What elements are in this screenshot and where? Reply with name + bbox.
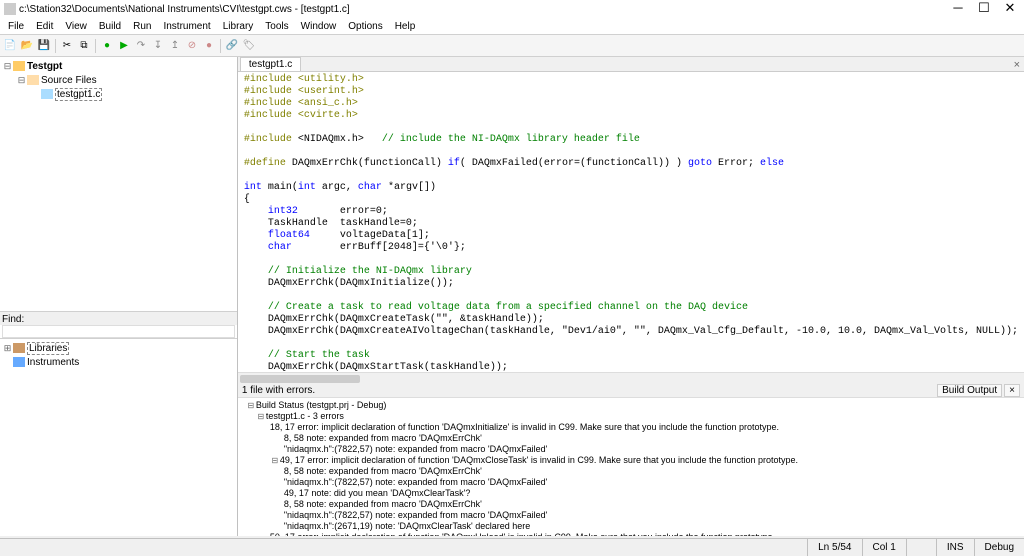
menu-library[interactable]: Library (217, 20, 260, 33)
tab-close-icon[interactable]: × (1010, 59, 1024, 71)
tab-label: testgpt1.c (249, 59, 292, 70)
menu-window[interactable]: Window (295, 20, 343, 33)
status-line: Ln 5/54 (807, 539, 861, 556)
status-mode: Debug (974, 539, 1024, 556)
build-output-button[interactable]: Build Output (937, 384, 1002, 397)
instruments-label: Instruments (27, 357, 79, 368)
output-row[interactable]: "nidaqmx.h":(7822,57) note: expanded fro… (242, 444, 1020, 455)
instrument-icon (13, 357, 25, 367)
open-icon[interactable]: 📂 (19, 38, 35, 54)
app-icon (4, 3, 16, 15)
build-output[interactable]: ⊟Build Status (testgpt.prj - Debug) ⊟tes… (238, 398, 1024, 536)
output-row[interactable]: 8, 58 note: expanded from macro 'DAQmxEr… (242, 433, 1020, 444)
find-label: Find: (0, 311, 237, 325)
code-editor[interactable]: #include <utility.h> #include <userint.h… (238, 72, 1024, 372)
menu-run[interactable]: Run (127, 20, 157, 33)
run-play-icon[interactable]: ▶ (116, 38, 132, 54)
output-row[interactable]: 8, 58 note: expanded from macro 'DAQmxEr… (242, 499, 1020, 510)
source-file-node[interactable]: testgpt1.c (30, 87, 235, 101)
output-row[interactable]: ⊟testgpt1.c - 3 errors (242, 411, 1020, 422)
menu-instrument[interactable]: Instrument (157, 20, 216, 33)
output-row[interactable]: ⊟Build Status (testgpt.prj - Debug) (242, 400, 1020, 411)
stop-icon[interactable]: ⊘ (184, 38, 200, 54)
separator (220, 39, 221, 53)
collapse-icon[interactable]: ⊟ (256, 411, 266, 422)
project-tree[interactable]: ⊟ Testgpt ⊟ Source Files testgpt1.c (0, 57, 237, 311)
stop2-icon[interactable]: ● (201, 38, 217, 54)
editor-tab[interactable]: testgpt1.c (240, 57, 301, 71)
window-controls: ─ ☐ ✕ (952, 3, 1020, 15)
menu-bar: File Edit View Build Run Instrument Libr… (0, 18, 1024, 35)
output-header: 1 file with errors. Build Output × (238, 384, 1024, 398)
output-summary: 1 file with errors. (242, 385, 935, 396)
menu-help[interactable]: Help (389, 20, 422, 33)
maximize-button[interactable]: ☐ (978, 3, 990, 15)
window-title: c:\Station32\Documents\National Instrume… (19, 4, 952, 15)
link-icon[interactable]: 🔗 (224, 38, 240, 54)
step-over-icon[interactable]: ↷ (133, 38, 149, 54)
expand-icon[interactable]: ⊟ (2, 61, 13, 72)
libraries-node[interactable]: ⊞ Libraries (2, 341, 235, 355)
horizontal-scrollbar[interactable] (238, 372, 1024, 384)
left-panel: ⊟ Testgpt ⊟ Source Files testgpt1.c (0, 57, 238, 536)
separator (55, 39, 56, 53)
editor-tab-bar: testgpt1.c × (238, 57, 1024, 72)
menu-file[interactable]: File (2, 20, 30, 33)
menu-options[interactable]: Options (342, 20, 388, 33)
close-button[interactable]: ✕ (1004, 3, 1016, 15)
output-error-row[interactable]: 50, 17 error: implicit declaration of fu… (242, 532, 1020, 536)
menu-edit[interactable]: Edit (30, 20, 59, 33)
c-file-icon (41, 89, 53, 99)
cut-icon[interactable]: ✂ (59, 38, 75, 54)
tag-icon[interactable]: 🏷 (241, 38, 257, 54)
library-pane[interactable]: ⊞ Libraries Instruments (0, 338, 237, 536)
separator (95, 39, 96, 53)
project-name: Testgpt (27, 61, 62, 72)
output-row[interactable]: "nidaqmx.h":(7822,57) note: expanded fro… (242, 510, 1020, 521)
run-green-icon[interactable]: ● (99, 38, 115, 54)
output-row[interactable]: "nidaqmx.h":(7822,57) note: expanded fro… (242, 477, 1020, 488)
status-spacer (906, 539, 936, 556)
sources-label: Source Files (41, 75, 97, 86)
expand-icon[interactable]: ⊟ (16, 75, 27, 86)
save-icon[interactable]: 💾 (36, 38, 52, 54)
output-row[interactable]: "nidaqmx.h":(2671,19) note: 'DAQmxClearT… (242, 521, 1020, 532)
expand-icon[interactable]: ⊞ (2, 343, 13, 354)
copy-icon[interactable]: ⧉ (76, 38, 92, 54)
step-into-icon[interactable]: ↧ (150, 38, 166, 54)
output-close-icon[interactable]: × (1004, 384, 1020, 397)
right-panel: testgpt1.c × #include <utility.h> #inclu… (238, 57, 1024, 536)
new-icon[interactable]: 📄 (2, 38, 18, 54)
output-error-row[interactable]: ⊟49, 17 error: implicit declaration of f… (242, 455, 1020, 466)
step-out-icon[interactable]: ↥ (167, 38, 183, 54)
source-files-node[interactable]: ⊟ Source Files (16, 73, 235, 87)
main-area: ⊟ Testgpt ⊟ Source Files testgpt1.c (0, 57, 1024, 536)
output-error-row[interactable]: 18, 17 error: implicit declaration of fu… (242, 422, 1020, 433)
status-bar: Ln 5/54 Col 1 INS Debug (0, 538, 1024, 556)
title-bar: c:\Station32\Documents\National Instrume… (0, 0, 1024, 18)
folder-icon (27, 75, 39, 85)
project-icon (13, 61, 25, 71)
status-col: Col 1 (862, 539, 906, 556)
output-row[interactable]: 8, 58 note: expanded from macro 'DAQmxEr… (242, 466, 1020, 477)
collapse-icon[interactable]: ⊟ (270, 455, 280, 466)
book-icon (13, 343, 25, 353)
menu-tools[interactable]: Tools (259, 20, 294, 33)
menu-build[interactable]: Build (93, 20, 127, 33)
project-root-node[interactable]: ⊟ Testgpt (2, 59, 235, 73)
status-ins: INS (936, 539, 974, 556)
libraries-label: Libraries (27, 342, 69, 355)
file-name: testgpt1.c (55, 88, 102, 101)
output-row[interactable]: 49, 17 note: did you mean 'DAQmxClearTas… (242, 488, 1020, 499)
minimize-button[interactable]: ─ (952, 3, 964, 15)
toolbar: 📄 📂 💾 ✂ ⧉ ● ▶ ↷ ↧ ↥ ⊘ ● 🔗 🏷 (0, 35, 1024, 57)
collapse-icon[interactable]: ⊟ (246, 400, 256, 411)
find-input[interactable] (2, 325, 235, 338)
instruments-node[interactable]: Instruments (2, 355, 235, 369)
menu-view[interactable]: View (59, 20, 93, 33)
